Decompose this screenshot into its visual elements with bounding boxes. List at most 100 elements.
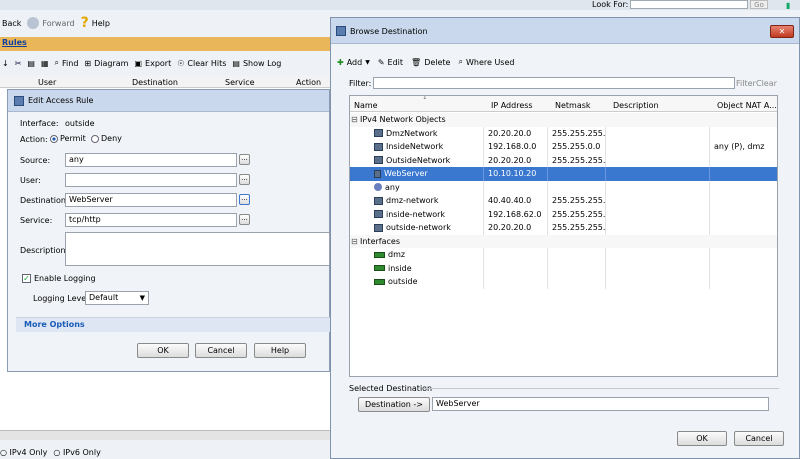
tree-group-row[interactable]: ⊟ IPv4 Network Objects — [350, 113, 777, 127]
where-used-button[interactable]: ⌕ Where Used — [458, 57, 514, 67]
row-name: WebServer — [384, 169, 428, 178]
cell-name: dmz — [350, 248, 484, 262]
objects-table-header: Name ^ 1 IP Address Netmask Description … — [350, 96, 777, 112]
look-for-label: Look For: — [592, 0, 629, 9]
column-name[interactable]: Name — [354, 101, 378, 110]
export-button[interactable]: ▣ Export — [134, 59, 171, 68]
table-row[interactable]: OutsideNetwork 20.20.20.0 255.255.255.0 — [350, 153, 777, 167]
magnifier-icon: ⌕ — [54, 58, 60, 67]
cell-desc — [606, 207, 710, 221]
back-button[interactable]: Back — [2, 19, 21, 28]
table-row[interactable]: dmz — [350, 248, 777, 262]
table-row[interactable]: InsideNetwork 192.168.0.0 255.255.0.0 any (… — [350, 140, 777, 154]
source-field[interactable]: any — [65, 153, 237, 167]
more-options-bar[interactable]: More Options — [16, 317, 330, 332]
rules-toolbar: ↓ ✂ ▤ ▦ ⌕ Find ⊞ Diagram ▣ Export ☉ Clear Hi… — [0, 55, 330, 71]
table-row[interactable]: dmz-network 40.40.40.0 255.255.255.0 — [350, 194, 777, 208]
show-log-button[interactable]: ▤ Show Log — [232, 59, 281, 68]
column-user[interactable]: User — [38, 78, 56, 87]
interface-icon — [374, 278, 385, 285]
table-row[interactable]: inside — [350, 261, 777, 275]
go-button[interactable]: Go — [750, 0, 768, 9]
export-icon: ▣ — [134, 58, 143, 68]
table-row[interactable]: outside-network 20.20.20.0 255.255.255.0 — [350, 221, 777, 235]
cell-name: DmzNetwork — [350, 126, 484, 140]
cell-desc — [606, 194, 710, 208]
find-button[interactable]: ⌕ Find — [55, 58, 79, 68]
column-action[interactable]: Action — [296, 78, 321, 87]
cell-desc — [606, 180, 710, 194]
ipv6-only-radio[interactable]: ○ IPv6 Only — [53, 448, 100, 457]
destination-field[interactable]: WebServer — [65, 193, 237, 207]
tree-group-row[interactable]: ⊟ Interfaces — [350, 234, 777, 248]
destination-browse-button[interactable]: ... — [239, 194, 250, 205]
cell-nat — [710, 248, 777, 262]
column-description[interactable]: Description — [613, 101, 659, 110]
look-for-input[interactable] — [630, 0, 748, 9]
browse-destination-dialog: Browse Destination ✕ ✚ Add ▼ ✎ Edit 🗑 Delete… — [330, 17, 800, 459]
collapse-icon[interactable]: ⊟ — [351, 235, 358, 248]
help-button[interactable]: Help — [254, 343, 306, 358]
paste-icon[interactable]: ▦ — [41, 59, 49, 68]
permit-radio[interactable]: Permit — [50, 134, 86, 143]
cut-icon[interactable]: ✂ — [15, 59, 22, 68]
row-name: outside-network — [386, 223, 451, 232]
edit-icon: ✎ — [377, 57, 385, 67]
cell-name: OutsideNetwork — [350, 153, 484, 167]
ipv4-only-radio[interactable]: ○ IPv4 Only — [0, 448, 47, 457]
rules-scrollbar[interactable] — [0, 430, 330, 440]
clear-hits-button[interactable]: ☉ Clear Hits — [177, 59, 226, 68]
column-object-nat[interactable]: Object NAT A... — [717, 101, 777, 110]
selected-destination-field[interactable]: WebServer — [432, 397, 769, 411]
edit-button[interactable]: ✎ Edit — [378, 58, 403, 67]
cell-nat — [710, 127, 777, 141]
service-label: Service: — [20, 216, 53, 225]
destination-add-button[interactable]: Destination -> — [358, 397, 430, 412]
filter-input[interactable] — [373, 77, 735, 89]
browse-ok-button[interactable]: OK — [677, 431, 727, 446]
description-textarea[interactable] — [65, 232, 330, 266]
cancel-button[interactable]: Cancel — [195, 343, 247, 358]
ok-button[interactable]: OK — [137, 343, 189, 358]
cell-nat — [710, 221, 777, 235]
table-row[interactable]: any — [350, 180, 777, 194]
column-netmask[interactable]: Netmask — [555, 101, 591, 110]
diagram-button[interactable]: ⊞ Diagram — [84, 59, 128, 68]
magnifier-icon: ⌕ — [458, 57, 463, 66]
diagram-icon: ⊞ — [84, 58, 92, 68]
cell-ip: 40.40.40.0 — [484, 194, 548, 208]
table-row[interactable]: WebServer 10.10.10.20 — [350, 167, 777, 181]
help-button[interactable]: ? Help — [81, 15, 110, 31]
clear-button[interactable]: Clear — [756, 79, 777, 88]
interface-value: outside — [65, 119, 95, 128]
forward-button[interactable]: Forward — [27, 17, 75, 29]
filter-button[interactable]: Filter — [736, 79, 756, 88]
service-field[interactable]: tcp/http — [65, 213, 237, 227]
column-ip-address[interactable]: IP Address — [491, 101, 533, 110]
browse-cancel-button[interactable]: Cancel — [734, 431, 784, 446]
table-row[interactable]: outside — [350, 275, 777, 289]
table-row[interactable]: inside-network 192.168.62.0 255.255.255.0 — [350, 207, 777, 221]
cell-nat — [710, 275, 777, 289]
selected-destination-label: Selected Destination — [349, 384, 433, 393]
action-label: Action: — [20, 135, 48, 144]
interface-icon — [374, 251, 385, 258]
cell-mask: 255.255.255.0 — [548, 194, 606, 208]
delete-button[interactable]: 🗑 Delete — [411, 58, 450, 67]
user-field[interactable] — [65, 173, 237, 187]
interface-label: Interface: — [20, 119, 59, 128]
down-arrow-icon[interactable]: ↓ — [2, 59, 9, 68]
column-service[interactable]: Service — [225, 78, 255, 87]
copy-icon[interactable]: ▤ — [27, 59, 35, 68]
logging-level-select[interactable]: Default ▼ — [85, 291, 149, 305]
source-browse-button[interactable]: ... — [239, 154, 250, 165]
service-browse-button[interactable]: ... — [239, 214, 250, 225]
table-row[interactable]: DmzNetwork 20.20.20.0 255.255.255.0 — [350, 126, 777, 141]
deny-radio[interactable]: Deny — [91, 134, 122, 143]
user-browse-button[interactable]: ... — [239, 174, 250, 185]
collapse-icon[interactable]: ⊟ — [351, 113, 358, 126]
close-button[interactable]: ✕ — [770, 25, 794, 38]
enable-logging-checkbox[interactable]: ✓ Enable Logging — [22, 274, 96, 283]
add-button[interactable]: ✚ Add ▼ — [337, 58, 370, 67]
column-destination[interactable]: Destination — [132, 78, 178, 87]
